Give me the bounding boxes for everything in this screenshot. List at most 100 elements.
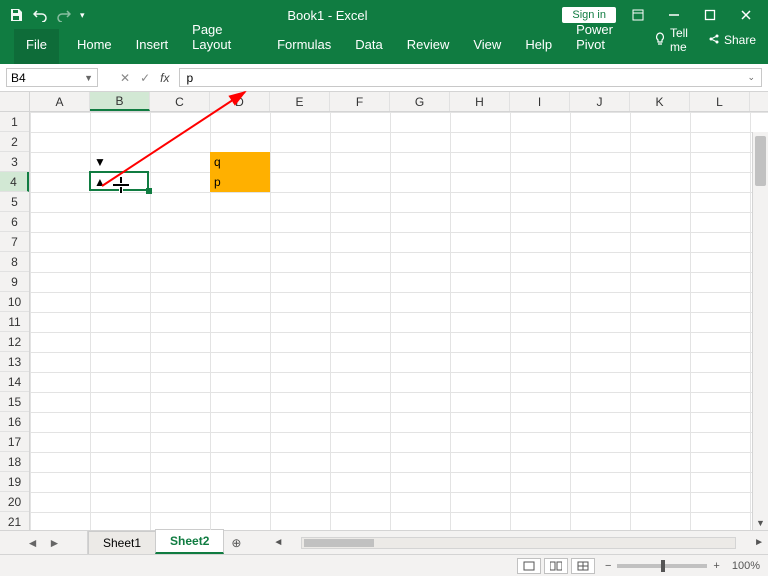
formula-bar-buttons: ✕ ✓ fx [114, 64, 175, 91]
row-header[interactable]: 11 [0, 312, 29, 332]
share-button[interactable]: Share [700, 29, 764, 52]
sheet-nav: ◄ ► [0, 531, 88, 554]
fill-handle[interactable] [146, 188, 152, 194]
name-box-dropdown-icon[interactable]: ▼ [80, 73, 93, 83]
view-page-break-icon[interactable] [571, 558, 595, 574]
column-header[interactable]: C [150, 92, 210, 111]
formula-bar: ▼ ✕ ✓ fx ⌄ [0, 64, 768, 92]
row-header[interactable]: 9 [0, 272, 29, 292]
row-header[interactable]: 6 [0, 212, 29, 232]
tell-me-label: Tell me [670, 26, 688, 54]
row-header[interactable]: 8 [0, 252, 29, 272]
redo-icon[interactable] [56, 7, 72, 23]
row-header[interactable]: 4 [0, 172, 29, 192]
formula-input-wrap[interactable]: ⌄ [179, 68, 762, 87]
cells-area[interactable]: ▼ ▲ qp [30, 112, 768, 530]
vscroll-thumb[interactable] [755, 136, 766, 186]
view-page-layout-icon[interactable] [544, 558, 568, 574]
tab-home[interactable]: Home [65, 29, 124, 64]
sheet-tab[interactable]: Sheet1 [88, 531, 156, 554]
hscroll-thumb[interactable] [304, 539, 374, 547]
share-label: Share [724, 33, 756, 47]
row-header[interactable]: 5 [0, 192, 29, 212]
tab-review[interactable]: Review [395, 29, 462, 64]
view-normal-icon[interactable] [517, 558, 541, 574]
ribbon-tabs: File Home Insert Page Layout Formulas Da… [0, 30, 768, 64]
horizontal-scrollbar[interactable]: ◄ ► [269, 531, 768, 554]
vertical-scrollbar[interactable]: ▲ ▼ [752, 132, 768, 530]
hscroll-track[interactable] [301, 537, 736, 549]
scroll-down-icon[interactable]: ▼ [753, 516, 768, 530]
cell-B4[interactable]: ▲ [90, 172, 150, 192]
fx-icon[interactable]: fx [160, 71, 169, 85]
column-header[interactable]: I [510, 92, 570, 111]
tab-file[interactable]: File [14, 29, 59, 64]
plus-icon: ⊕ [231, 536, 241, 550]
column-header[interactable]: E [270, 92, 330, 111]
spreadsheet-grid: ABCDEFGHIJKL 123456789101112131415161718… [0, 92, 768, 530]
undo-icon[interactable] [32, 7, 48, 23]
row-header[interactable]: 21 [0, 512, 29, 530]
zoom-thumb[interactable] [661, 560, 665, 572]
save-icon[interactable] [8, 7, 24, 23]
row-header[interactable]: 14 [0, 372, 29, 392]
zoom-in-button[interactable]: + [713, 560, 719, 572]
row-header[interactable]: 1 [0, 112, 29, 132]
row-header[interactable]: 2 [0, 132, 29, 152]
row-header[interactable]: 10 [0, 292, 29, 312]
formula-input[interactable] [186, 71, 755, 85]
scroll-right-icon[interactable]: ► [750, 537, 768, 548]
sheet-nav-prev-icon[interactable]: ◄ [27, 536, 39, 550]
window-title: Book1 - Excel [93, 8, 563, 23]
select-all-corner[interactable] [0, 92, 30, 111]
row-header[interactable]: 19 [0, 472, 29, 492]
tab-data[interactable]: Data [343, 29, 394, 64]
tell-me-button[interactable]: Tell me [646, 22, 696, 58]
zoom-value[interactable]: 100% [732, 560, 760, 572]
cell-B3[interactable]: ▼ [90, 152, 150, 172]
enter-formula-icon: ✓ [140, 71, 150, 85]
row-header[interactable]: 20 [0, 492, 29, 512]
column-header[interactable]: K [630, 92, 690, 111]
sheet-nav-next-icon[interactable]: ► [49, 536, 61, 550]
tab-help[interactable]: Help [513, 29, 564, 64]
tab-page-layout[interactable]: Page Layout [180, 14, 265, 64]
cell-D4[interactable]: p [210, 172, 270, 192]
column-header[interactable]: H [450, 92, 510, 111]
sheet-tab[interactable]: Sheet2 [155, 529, 224, 554]
zoom-slider[interactable] [617, 564, 707, 568]
name-box[interactable]: ▼ [6, 68, 98, 87]
column-header[interactable]: B [90, 92, 150, 111]
cell-D3[interactable]: q [210, 152, 270, 172]
cell-value: q [214, 156, 221, 168]
row-header[interactable]: 3 [0, 152, 29, 172]
tab-view[interactable]: View [461, 29, 513, 64]
status-bar: − + 100% [0, 554, 768, 576]
scroll-left-icon[interactable]: ◄ [269, 537, 287, 548]
tab-power-pivot[interactable]: Power Pivot [564, 14, 646, 64]
row-header[interactable]: 18 [0, 452, 29, 472]
row-header[interactable]: 7 [0, 232, 29, 252]
tab-formulas[interactable]: Formulas [265, 29, 343, 64]
column-header[interactable]: L [690, 92, 750, 111]
column-header[interactable]: G [390, 92, 450, 111]
row-header[interactable]: 15 [0, 392, 29, 412]
formula-expand-icon[interactable]: ⌄ [747, 72, 755, 83]
column-header[interactable]: F [330, 92, 390, 111]
qat-customize-icon[interactable]: ▾ [80, 10, 85, 21]
row-header[interactable]: 13 [0, 352, 29, 372]
column-headers: ABCDEFGHIJKL [0, 92, 768, 112]
column-header[interactable]: D [210, 92, 270, 111]
row-header[interactable]: 16 [0, 412, 29, 432]
add-sheet-button[interactable]: ⊕ [223, 531, 249, 554]
triangle-down-icon: ▼ [94, 156, 106, 168]
tab-insert[interactable]: Insert [124, 29, 181, 64]
name-box-input[interactable] [11, 71, 80, 85]
row-header[interactable]: 12 [0, 332, 29, 352]
sheet-tab-bar: ◄ ► Sheet1Sheet2 ⊕ ◄ ► [0, 530, 768, 554]
row-header[interactable]: 17 [0, 432, 29, 452]
cancel-formula-icon: ✕ [120, 71, 130, 85]
zoom-out-button[interactable]: − [605, 560, 611, 572]
column-header[interactable]: A [30, 92, 90, 111]
column-header[interactable]: J [570, 92, 630, 111]
